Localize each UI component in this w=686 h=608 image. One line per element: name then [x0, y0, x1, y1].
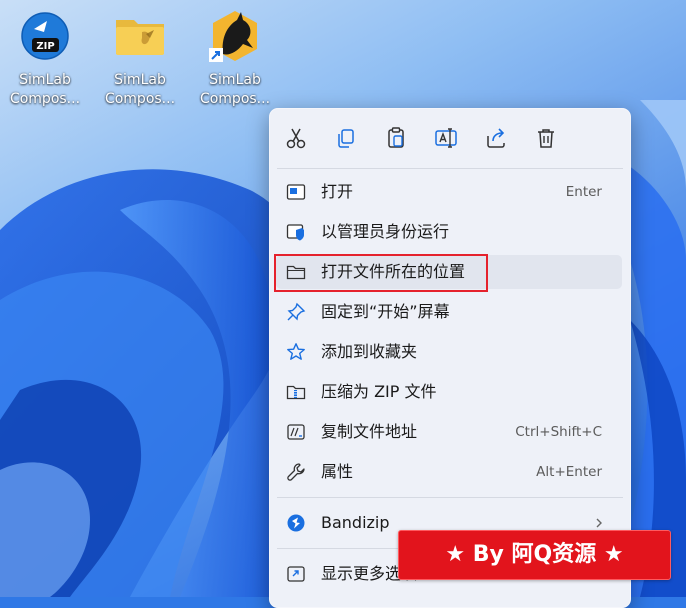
menu-item-label: 打开 [321, 182, 354, 201]
menu-item-run-as-admin[interactable]: 以管理员身份运行 [276, 215, 622, 249]
menu-item-shortcut: Ctrl+Shift+C [515, 424, 602, 440]
menu-item-label: 添加到收藏夹 [321, 342, 418, 361]
zip-compress-icon [286, 382, 306, 402]
pin-icon [286, 302, 306, 322]
desktop-icon-simlab-folder[interactable]: SimLab Compos... [97, 4, 183, 116]
more-options-icon [286, 564, 306, 584]
menu-item-add-to-favorites[interactable]: 添加到收藏夹 [276, 335, 622, 369]
menu-item-copy-path[interactable]: 复制文件地址 Ctrl+Shift+C [276, 415, 622, 449]
copy-icon [338, 129, 354, 148]
desktop-icon-simlab-shortcut[interactable]: SimLab Compos... [192, 4, 278, 116]
cut-icon [286, 128, 306, 149]
menu-item-properties[interactable]: 属性 Alt+Enter [276, 455, 622, 489]
menu-item-label: 压缩为 ZIP 文件 [321, 382, 437, 401]
copy-button[interactable] [330, 122, 362, 154]
watermark-text: ★ By 阿Q资源 ★ [445, 542, 624, 567]
open-window-icon [286, 182, 306, 202]
menu-item-label: 固定到“开始”屏幕 [321, 302, 450, 321]
menu-item-compress-zip[interactable]: 压缩为 ZIP 文件 [276, 375, 622, 409]
folder-icon [112, 8, 168, 64]
svg-text:ZIP: ZIP [36, 41, 54, 52]
rename-button[interactable] [430, 122, 462, 154]
menu-item-label: 复制文件地址 [321, 422, 418, 441]
share-icon [487, 128, 505, 148]
dragon-app-shortcut-icon [207, 8, 263, 64]
menu-item-shortcut: Alt+Enter [536, 464, 602, 480]
zip-archive-icon: ZIP [17, 8, 73, 64]
menu-item-pin-to-start[interactable]: 固定到“开始”屏幕 [276, 295, 622, 329]
menu-divider [277, 497, 623, 498]
paste-icon [388, 127, 404, 148]
desktop-icon-label-line1: SimLab [19, 72, 71, 88]
copy-path-icon [286, 422, 306, 442]
desktop-icon-label-line2: Compos... [199, 91, 271, 107]
desktop-icon-label-line2: Compos... [104, 91, 176, 107]
desktop-icon-label-line2: Compos... [9, 91, 81, 107]
star-icon [286, 342, 306, 362]
desktop-icon-label-line1: SimLab [114, 72, 166, 88]
cut-button[interactable] [280, 122, 312, 154]
watermark-banner: ★ By 阿Q资源 ★ [398, 530, 671, 580]
wrench-icon [286, 462, 306, 482]
rename-icon [435, 128, 457, 148]
desktop-icon-simlab-zip[interactable]: ZIP SimLab Compos... [2, 4, 88, 116]
bandizip-icon [286, 513, 306, 533]
menu-item-label: Bandizip [321, 513, 390, 532]
menu-item-label: 属性 [321, 462, 354, 481]
desktop-icon-label-line1: SimLab [209, 72, 261, 88]
menu-item-label: 以管理员身份运行 [321, 222, 450, 241]
admin-shield-icon [286, 222, 306, 242]
chevron-right-icon [596, 518, 602, 528]
menu-item-open[interactable]: 打开 Enter [276, 175, 622, 209]
share-button[interactable] [480, 122, 512, 154]
paste-button[interactable] [380, 122, 412, 154]
context-menu-toolbar [269, 108, 631, 168]
annotation-highlight-box [274, 254, 488, 292]
menu-item-shortcut: Enter [565, 184, 602, 200]
menu-divider [277, 168, 623, 169]
delete-icon [538, 129, 554, 148]
delete-button[interactable] [530, 122, 562, 154]
